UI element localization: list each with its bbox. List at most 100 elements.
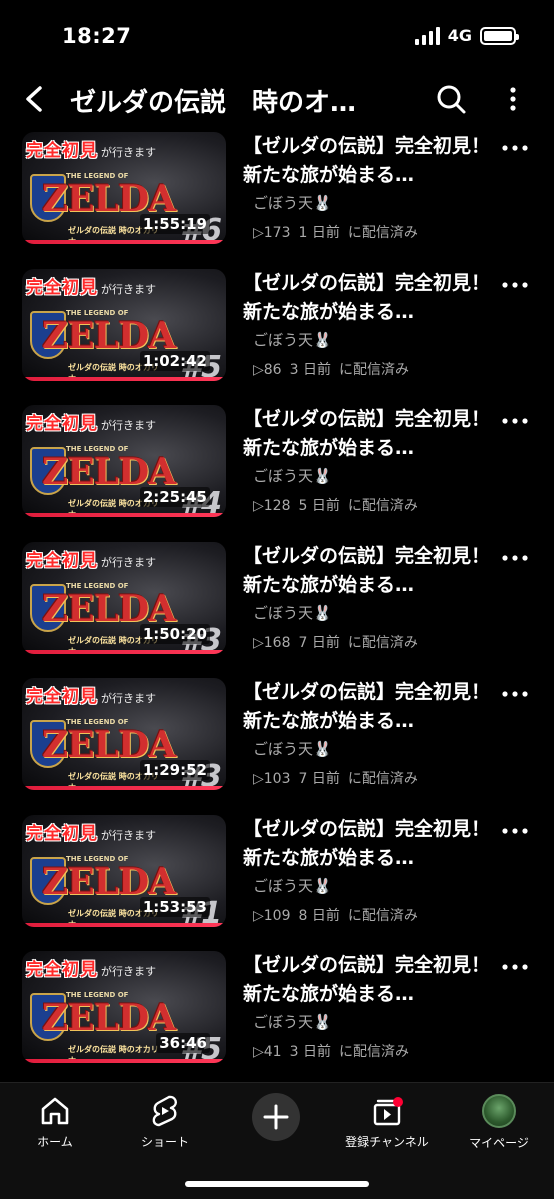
thumbnail-badge-sub: が行きます [101,282,156,296]
video-thumbnail[interactable]: 完全初見 が行きます THE LEGEND OF ZELDA ゼルダの伝説 時の… [22,678,226,790]
thumbnail-badge-sub: が行きます [101,555,156,569]
nav-mypage-label: マイページ [469,1136,529,1150]
video-item[interactable]: 完全初見 が行きます THE LEGEND OF ZELDA ゼルダの伝説 時の… [0,674,554,811]
search-button[interactable] [434,82,468,116]
status-indicators: 4G [414,26,519,45]
more-horizontal-icon [502,281,528,288]
more-horizontal-icon [502,691,528,697]
channel-name[interactable]: ごぼう天🐰 [253,875,332,896]
watch-progress-bar [22,922,226,927]
search-icon [437,85,466,114]
video-thumbnail[interactable]: 完全初見 が行きます THE LEGEND OF ZELDA ゼルダの伝説 時の… [22,268,226,381]
status-bar: 18:27 4G [0,0,554,70]
nav-shorts[interactable]: ショート [117,1093,213,1150]
video-duration: 36:46 [156,1033,210,1053]
view-count: ▷168 [253,634,291,651]
shorts-icon [152,1095,177,1127]
signal-icon [414,26,440,45]
bottom-nav: ホーム ショート 登録チャンネル マイページ [0,1082,554,1199]
video-menu-button[interactable] [500,821,530,841]
channel-name[interactable]: ごぼう天🐰 [253,465,332,486]
video-menu-button[interactable] [500,684,530,704]
create-button[interactable] [252,1093,300,1141]
nav-mypage[interactable]: マイページ [451,1093,547,1151]
video-item[interactable]: 完全初見 が行きます THE LEGEND OF ZELDA ゼルダの伝説 時の… [0,128,554,265]
video-duration: 1:29:52 [139,760,210,780]
thumbnail-badge: 完全初見 [26,277,98,298]
video-thumbnail[interactable]: 完全初見 が行きます THE LEGEND OF ZELDA ゼルダの伝説 時の… [22,405,226,517]
zelda-logo: THE LEGEND OF ZELDA ゼルダの伝説 時のオカリナ [26,989,176,1063]
channel-name[interactable]: ごぼう天🐰 [253,602,332,623]
video-thumbnail[interactable]: 完全初見 が行きます THE LEGEND OF ZELDA ゼルダの伝説 時の… [22,541,226,654]
video-list: 完全初見 が行きます THE LEGEND OF ZELDA ゼルダの伝説 時の… [0,128,554,1080]
video-menu-button[interactable] [500,957,530,977]
video-title[interactable]: 【ゼルダの伝説】完全初見！新たな旅が始まる… [243,815,493,873]
more-vertical-icon [510,87,516,111]
upload-age: 3 日前 [289,1044,331,1060]
view-count: ▷173 [253,225,291,241]
nav-home[interactable]: ホーム [7,1093,103,1150]
video-meta: ▷173 1 日前 に配信済み [253,222,426,242]
more-horizontal-icon [502,554,528,561]
video-title[interactable]: 【ゼルダの伝説】完全初見！新たな旅が始まる… [243,951,493,1009]
upload-age: 1 日前 [298,225,340,241]
upload-age: 7 日前 [298,634,340,651]
thumbnail-banner: 完全初見 が行きます [26,136,156,161]
video-menu-button[interactable] [500,548,530,568]
video-meta: ▷86 3 日前 に配信済み [253,359,417,379]
upload-age: 8 日前 [298,907,340,924]
stream-status: に配信済み [338,1044,409,1060]
logo-word: ZELDA [42,997,176,1039]
video-title[interactable]: 【ゼルダの伝説】完全初見！新たな旅が始まる… [243,542,493,600]
more-horizontal-icon [502,418,528,424]
network-label: 4G [447,26,472,45]
video-item[interactable]: 完全初見 が行きます THE LEGEND OF ZELDA ゼルダの伝説 時の… [0,538,554,675]
home-icon [41,1097,69,1125]
channel-name[interactable]: ごぼう天🐰 [253,1011,332,1032]
nav-shorts-label: ショート [140,1135,189,1149]
video-thumbnail[interactable]: 完全初見 が行きます THE LEGEND OF ZELDA ゼルダの伝説 時の… [22,951,226,1063]
video-title[interactable]: 【ゼルダの伝説】完全初見！新たな旅が始まる… [243,132,493,190]
channel-name[interactable]: ごぼう天🐰 [253,329,332,350]
video-item[interactable]: 完全初見 が行きます THE LEGEND OF ZELDA ゼルダの伝説 時の… [0,265,554,402]
thumbnail-banner: 完全初見 が行きます [26,682,156,707]
video-thumbnail[interactable]: 完全初見 が行きます THE LEGEND OF ZELDA ゼルダの伝説 時の… [22,132,226,244]
video-menu-button[interactable] [500,275,530,295]
video-item[interactable]: 完全初見 が行きます THE LEGEND OF ZELDA ゼルダの伝説 時の… [0,947,554,1080]
stream-status: に配信済み [347,225,418,241]
stream-status: に配信済み [338,361,409,378]
video-menu-button[interactable] [500,138,530,158]
video-title[interactable]: 【ゼルダの伝説】完全初見！新たな旅が始まる… [243,678,493,736]
thumbnail-badge-sub: が行きます [101,828,156,842]
more-options-button[interactable] [496,82,530,116]
video-duration: 1:53:53 [139,896,210,917]
thumbnail-badge: 完全初見 [26,823,98,844]
nav-subscriptions[interactable]: 登録チャンネル [339,1093,435,1150]
video-duration: 1:50:20 [139,623,210,644]
home-indicator [185,1181,369,1187]
watch-progress-bar [22,786,226,790]
watch-progress-bar [22,513,226,517]
thumbnail-badge: 完全初見 [26,414,98,434]
video-title[interactable]: 【ゼルダの伝説】完全初見！新たな旅が始まる… [243,269,493,327]
video-item[interactable]: 完全初見 が行きます THE LEGEND OF ZELDA ゼルダの伝説 時の… [0,401,554,538]
video-menu-button[interactable] [500,411,530,431]
watch-progress-bar [22,240,226,244]
video-meta: ▷168 7 日前 に配信済み [253,632,426,652]
thumbnail-badge-sub: が行きます [101,419,156,432]
stream-status: に配信済み [347,771,418,787]
channel-name[interactable]: ごぼう天🐰 [253,192,332,213]
channel-name[interactable]: ごぼう天🐰 [253,738,332,759]
more-horizontal-icon [502,964,528,970]
chevron-left-icon [26,86,42,112]
thumbnail-banner: 完全初見 が行きます [26,819,156,844]
watch-progress-bar [22,376,226,381]
more-horizontal-icon [502,145,528,151]
view-count: ▷109 [253,907,291,924]
view-count: ▷103 [253,771,291,787]
video-item[interactable]: 完全初見 が行きます THE LEGEND OF ZELDA ゼルダの伝説 時の… [0,811,554,948]
thumbnail-banner: 完全初見 が行きます [26,546,156,571]
back-button[interactable] [18,82,52,116]
video-thumbnail[interactable]: 完全初見 が行きます THE LEGEND OF ZELDA ゼルダの伝説 時の… [22,814,226,927]
video-title[interactable]: 【ゼルダの伝説】完全初見！新たな旅が始まる… [243,405,493,463]
